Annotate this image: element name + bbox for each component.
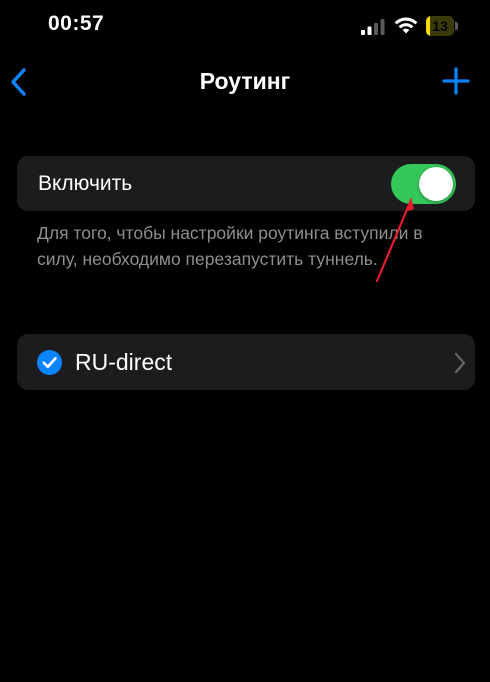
annotation-arrow-icon (375, 197, 414, 283)
status-bar: 00:57 13 (0, 0, 490, 56)
screen: 00:57 13 Роутинг Включить Для того, чтоб… (0, 0, 490, 682)
route-item-ru-direct[interactable]: RU-direct (17, 334, 475, 390)
battery-icon: 13 (426, 16, 458, 36)
route-label: RU-direct (75, 349, 173, 375)
battery-cap (455, 22, 458, 30)
switch-knob (419, 167, 453, 201)
status-time: 00:57 (48, 12, 105, 35)
cellular-signal-icon (361, 19, 385, 35)
routing-toggle-label: Включить (38, 172, 133, 195)
page-title: Роутинг (199, 68, 291, 94)
nav-bar: Роутинг (0, 56, 490, 108)
checkmark-circle-icon (37, 350, 62, 375)
plus-icon[interactable] (442, 67, 470, 95)
battery-body: 13 (426, 16, 454, 36)
wifi-icon (394, 17, 418, 34)
chevron-right-icon (454, 352, 466, 374)
battery-level: 13 (432, 18, 448, 34)
